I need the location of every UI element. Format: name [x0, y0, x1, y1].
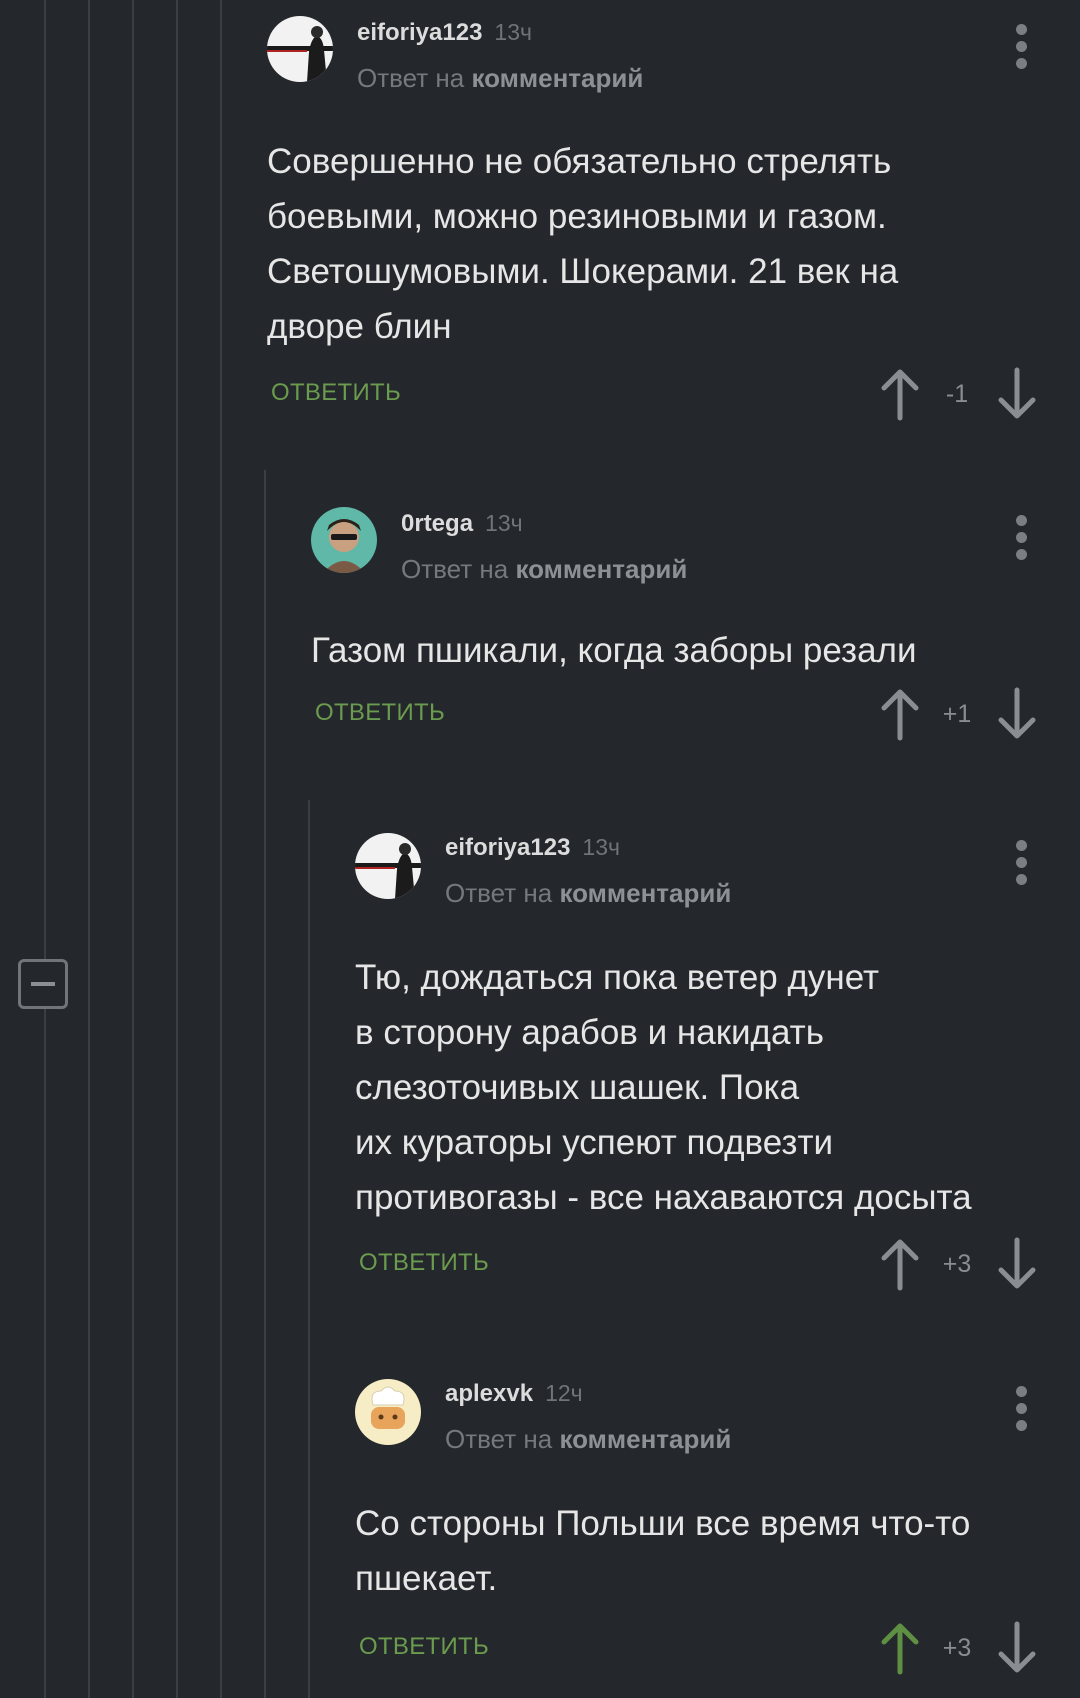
more-options-icon[interactable] — [1007, 838, 1037, 888]
downvote-arrow-icon[interactable] — [987, 1234, 1047, 1294]
comment: eiforiya123 13ч Ответ на комментарий Тю, … — [355, 829, 1080, 1294]
comment-actions: ОТВЕТИТЬ +1 — [311, 684, 1080, 744]
downvote-arrow-icon[interactable] — [987, 684, 1047, 744]
reply-button[interactable]: ОТВЕТИТЬ — [359, 1632, 489, 1662]
username[interactable]: aplexvk — [445, 1380, 533, 1407]
comment-header: eiforiya123 13ч Ответ на комментарий — [355, 829, 1080, 949]
man-with-sunglasses-avatar[interactable] — [311, 507, 377, 573]
comment-text-line: Совершенно не обязательно стрелять — [267, 142, 892, 181]
comment-rating: -1 — [945, 380, 969, 408]
comment-rating: +3 — [942, 1634, 972, 1662]
upvote-arrow-icon[interactable] — [870, 1234, 930, 1294]
comment-time: 13ч — [582, 834, 620, 860]
comment-text-line: боевыми, можно резиновыми и газом. — [267, 197, 887, 236]
reply-to-comment-link[interactable]: комментарий — [471, 63, 643, 93]
man-in-suit-avatar[interactable] — [355, 833, 421, 899]
thread-line — [132, 0, 134, 1698]
more-options-icon[interactable] — [1007, 1384, 1037, 1434]
cartoon-chef-avatar[interactable] — [355, 1379, 421, 1445]
comment: aplexvk 12ч Ответ на комментарий Со сторо… — [355, 1375, 1080, 1678]
comment-header: aplexvk 12ч Ответ на комментарий — [355, 1375, 1080, 1495]
comment-rating: +1 — [942, 700, 972, 728]
comment-text-line: Тю, дождаться пока ветер дунет — [355, 958, 880, 997]
reply-to-prefix: Ответ на — [445, 1424, 553, 1454]
reply-to-prefix: Ответ на — [445, 878, 553, 908]
more-options-icon[interactable] — [1007, 513, 1037, 563]
comment-time: 13ч — [485, 510, 523, 536]
reply-button[interactable]: ОТВЕТИТЬ — [359, 1248, 489, 1278]
comment-time: 12ч — [545, 1380, 583, 1406]
thread-line — [264, 470, 266, 1698]
comment-actions: ОТВЕТИТЬ +3 — [355, 1618, 1080, 1678]
username[interactable]: 0rtega — [401, 510, 473, 537]
comment-text-line: слезоточивых шашек. Пока — [355, 1068, 800, 1107]
thread-line — [176, 0, 178, 1698]
username[interactable]: eiforiya123 — [357, 19, 482, 46]
comment-text-line: в сторону арабов и накидать — [355, 1013, 824, 1052]
man-in-suit-avatar[interactable] — [267, 16, 333, 82]
comment-text-line: пшекает. — [355, 1559, 498, 1598]
upvote-arrow-icon[interactable] — [870, 364, 930, 424]
comment-time: 13ч — [494, 19, 532, 45]
downvote-arrow-icon[interactable] — [987, 1618, 1047, 1678]
comment-text-line: Светошумовыми. Шокерами. 21 век на — [267, 252, 899, 291]
comment-text-line: противогазы - все нахаваются досыта — [355, 1178, 972, 1217]
reply-to-comment-link[interactable]: комментарий — [559, 878, 731, 908]
comment-text: Совершенно не обязательно стрелять боевы… — [267, 134, 1080, 354]
reply-button[interactable]: ОТВЕТИТЬ — [271, 378, 401, 408]
reply-button[interactable]: ОТВЕТИТЬ — [315, 698, 445, 728]
comment-text: Тю, дождаться пока ветер дунет в сторону… — [355, 950, 1080, 1225]
thread-line — [220, 470, 222, 1698]
thread-line — [88, 0, 90, 1698]
thread-line — [220, 0, 222, 470]
username[interactable]: eiforiya123 — [445, 834, 570, 861]
comment-text-line: Газом пшикали, когда заборы резали — [311, 631, 917, 670]
thread-line — [44, 0, 46, 1698]
reply-to-comment-link[interactable]: комментарий — [515, 554, 687, 584]
upvote-arrow-icon[interactable] — [870, 684, 930, 744]
comment: 0rtega 13ч Ответ на комментарий Газом пши… — [311, 505, 1080, 744]
upvote-arrow-icon[interactable] — [870, 1618, 930, 1678]
comment-actions: ОТВЕТИТЬ +3 — [355, 1234, 1080, 1294]
comment-text: Газом пшикали, когда заборы резали — [311, 623, 1080, 678]
comment-text-line: Со стороны Польши все время что-то — [355, 1504, 971, 1543]
comment-text-line: дворе блин — [267, 307, 452, 346]
comment-text-line: их кураторы успеют подвезти — [355, 1123, 834, 1162]
comment-rating: +3 — [942, 1250, 972, 1278]
reply-to-prefix: Ответ на — [401, 554, 509, 584]
comment: eiforiya123 13ч Ответ на комментарий Сове… — [267, 14, 1080, 424]
comment-header: eiforiya123 13ч Ответ на комментарий — [267, 14, 1080, 134]
reply-to-comment-link[interactable]: комментарий — [559, 1424, 731, 1454]
more-options-icon[interactable] — [1007, 22, 1037, 72]
comment-header: 0rtega 13ч Ответ на комментарий — [311, 505, 1080, 625]
reply-to-prefix: Ответ на — [357, 63, 465, 93]
comment-actions: ОТВЕТИТЬ -1 — [267, 364, 1080, 424]
thread-line — [308, 800, 310, 1698]
collapse-thread-button[interactable] — [18, 959, 68, 1009]
comment-text: Со стороны Польши все время что-то пшека… — [355, 1496, 1080, 1606]
downvote-arrow-icon[interactable] — [987, 364, 1047, 424]
